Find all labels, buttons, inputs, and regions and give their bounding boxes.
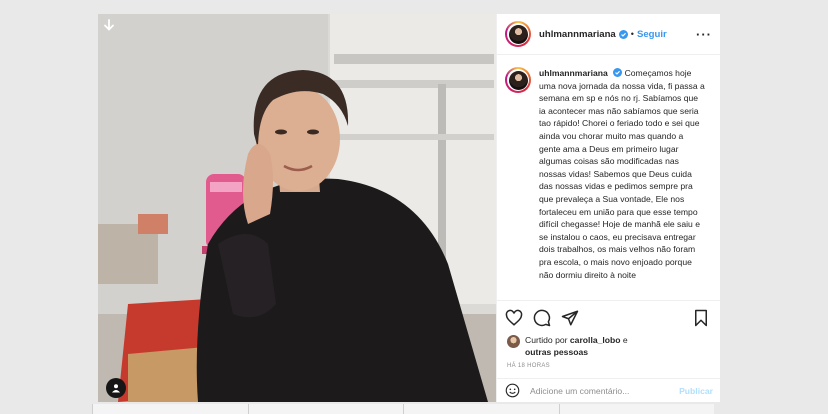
caption-username[interactable]: uhlmannmariana: [539, 68, 608, 78]
background-grid: [92, 404, 714, 414]
caption: uhlmannmariana Começamos hoje uma nova j…: [539, 67, 705, 281]
caption-avatar[interactable]: [505, 67, 531, 93]
comment-input[interactable]: Adicione um comentário...: [530, 386, 679, 396]
liked-prefix: Curtido por: [525, 335, 568, 345]
follow-button[interactable]: Seguir: [637, 29, 667, 40]
action-bar: [497, 300, 720, 328]
post-side-panel: uhlmannmariana • Seguir ··· uhlmannmaria…: [496, 14, 720, 402]
verified-badge-icon: [613, 68, 623, 77]
liker-avatar[interactable]: [507, 335, 520, 348]
user-tag-icon[interactable]: [106, 378, 126, 398]
photo-illustration: [98, 14, 496, 402]
paper-plane-icon[interactable]: [561, 309, 579, 327]
liked-by: Curtido por carolla_lobo e outras pessoa…: [497, 328, 720, 358]
arrow-down-icon: [102, 18, 116, 32]
bookmark-icon[interactable]: [692, 309, 710, 327]
publish-button[interactable]: Publicar: [679, 386, 713, 396]
post-time[interactable]: HÁ 18 HORAS: [497, 358, 720, 369]
more-options-icon[interactable]: ···: [696, 28, 712, 41]
post-header: uhlmannmariana • Seguir ···: [497, 14, 720, 55]
post-photo[interactable]: [98, 14, 496, 402]
avatar[interactable]: [505, 21, 531, 47]
liked-user[interactable]: carolla_lobo: [570, 335, 621, 345]
comment-icon[interactable]: [533, 309, 551, 327]
verified-badge-icon: [618, 29, 628, 39]
header-separator: •: [630, 29, 634, 39]
caption-area: uhlmannmariana Começamos hoje uma nova j…: [497, 55, 720, 300]
emoji-icon[interactable]: [505, 383, 520, 398]
liked-others[interactable]: outras pessoas: [525, 347, 588, 357]
caption-text: Começamos hoje uma nova jornada da nossa…: [539, 68, 705, 280]
comment-bar: Adicione um comentário... Publicar: [497, 378, 720, 402]
header-username[interactable]: uhlmannmariana: [539, 29, 616, 40]
heart-icon[interactable]: [505, 309, 523, 327]
post-modal: uhlmannmariana • Seguir ··· uhlmannmaria…: [98, 14, 720, 402]
liked-suffix: e: [622, 335, 628, 345]
